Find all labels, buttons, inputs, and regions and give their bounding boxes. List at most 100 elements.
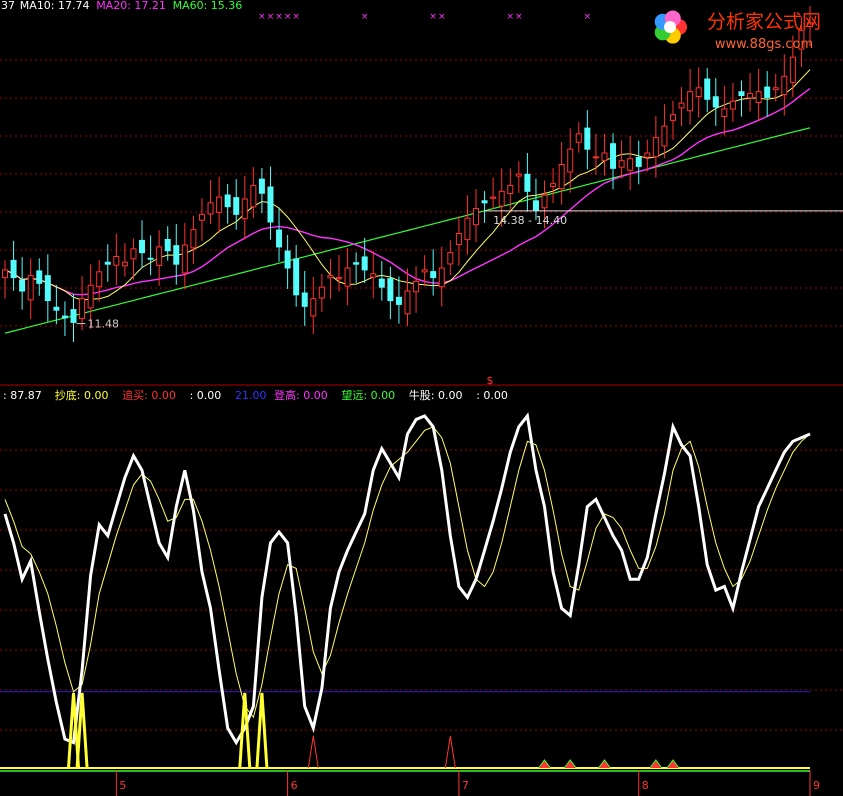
indicator-legend-item: 追买: 0.00 [122, 388, 176, 402]
candle-body [652, 137, 659, 158]
logo[interactable]: 分析家公式网 www.88gs.com [654, 10, 821, 52]
candle-body [2, 269, 8, 279]
candle-body [113, 256, 120, 266]
candle-body [704, 78, 711, 100]
candle-body [567, 148, 574, 173]
candle-body [687, 91, 694, 112]
x-tick-label: 9 [813, 779, 820, 792]
top-x-marker: × [284, 12, 292, 22]
candle-body [601, 152, 608, 161]
candle-body [738, 91, 745, 96]
candle-body [190, 229, 197, 249]
candle-body [361, 256, 368, 271]
top-legend-item: 37 [1, 0, 15, 12]
candle-body [327, 275, 334, 279]
candle-body [139, 239, 146, 254]
candle-body [130, 248, 137, 260]
top-x-marker: × [438, 12, 446, 22]
candle-body [284, 250, 291, 269]
candle-body [541, 194, 548, 209]
top-x-marker: × [361, 12, 369, 22]
candle-body [447, 252, 454, 265]
candle-body [473, 208, 480, 226]
candle-body [584, 127, 591, 150]
candle-body [404, 290, 411, 315]
candle-body [353, 262, 360, 265]
candle-body [216, 196, 223, 213]
logo-title: 分析家公式网 [707, 11, 821, 33]
candle-body [524, 173, 531, 192]
x-tick-label: 7 [462, 779, 469, 792]
candle-body [207, 202, 214, 215]
candle-body [498, 190, 505, 207]
candle-body [276, 229, 283, 248]
candle-body [747, 93, 754, 99]
candle-body [455, 233, 462, 246]
candle-body [507, 185, 514, 195]
candle-body [258, 178, 265, 194]
rise-signal-mark [666, 759, 680, 769]
candle-body [181, 244, 188, 274]
candle-body [695, 87, 702, 98]
candle-body [310, 298, 317, 317]
candle-body [241, 198, 248, 220]
candle-body [781, 75, 788, 95]
k-line [3, 412, 811, 746]
rise-signal-mark [649, 759, 663, 769]
candle-body [53, 306, 60, 311]
indicator-legend-item: : 0.00 [476, 389, 508, 402]
top-x-marker: × [429, 12, 437, 22]
candle-body [764, 86, 771, 98]
candle-body [10, 259, 17, 279]
candle-body [430, 271, 437, 279]
candle-body [147, 257, 154, 260]
x-axis: 5 6 7 8 9 [115, 770, 820, 796]
candle-body [669, 114, 676, 121]
candle-body [387, 278, 394, 302]
candle-body [370, 273, 377, 278]
x-tick-label: 8 [642, 779, 649, 792]
candle-body [481, 200, 488, 204]
indicator-legend-item: 21.00 [235, 389, 267, 402]
candle-body [36, 270, 43, 284]
chase-signal-spike [307, 735, 319, 769]
top-x-marker: × [515, 12, 523, 22]
candle-body [644, 152, 651, 158]
range-label: 14.38 - 14.40 [493, 214, 567, 227]
logo-url: www.88gs.com [715, 37, 813, 52]
candle-body [121, 261, 128, 267]
d-line [4, 426, 811, 719]
candle-body [104, 261, 111, 265]
indicator-legend-item: 登高: 0.00 [274, 388, 328, 402]
candle-body [70, 309, 77, 323]
low-label: 11.48 [88, 318, 120, 331]
candle-body [173, 245, 180, 265]
candle-body [233, 197, 240, 215]
candle-body [293, 258, 300, 296]
indicator-legend-item: 抄底: 0.00 [55, 388, 109, 402]
candle-body [224, 194, 231, 208]
candle-body [378, 278, 385, 288]
candle-body [627, 158, 634, 171]
candle-body [490, 196, 497, 199]
chart-canvas: 11.4814.38 - 14.40$ × × × × × × × × × × × 56789 37… [0, 0, 843, 796]
logo-center-icon [664, 21, 676, 33]
candle-body [755, 91, 762, 104]
candle-body [318, 286, 325, 299]
price-grid [0, 59, 843, 386]
candle-body [164, 239, 171, 252]
candle-body [267, 186, 274, 223]
candle-body [421, 269, 428, 273]
indicator-legend-item: : 0.00 [190, 389, 222, 402]
candle-body [156, 246, 163, 266]
top-legend-item: MA20: 17.21 [96, 0, 166, 12]
candle-body [250, 185, 257, 208]
candle-body [550, 183, 557, 187]
candle-body [61, 315, 68, 319]
candle-body [198, 213, 205, 221]
x-tick-label: 6 [291, 779, 298, 792]
candle-body [413, 280, 420, 293]
indicator-lines [0, 412, 811, 746]
candle-body [661, 125, 668, 147]
candle-body [618, 160, 625, 168]
